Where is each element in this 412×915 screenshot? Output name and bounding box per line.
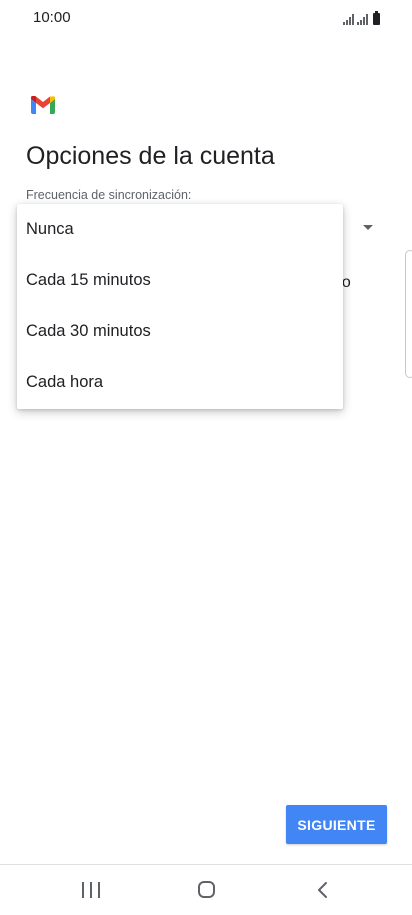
edge-panel-handle[interactable] xyxy=(405,250,412,378)
menu-item-never[interactable]: Nunca xyxy=(17,204,343,255)
dropdown-arrow-icon[interactable] xyxy=(363,225,373,230)
signal-icon xyxy=(357,14,368,25)
menu-item-every-30-minutes[interactable]: Cada 30 minutos xyxy=(17,306,343,357)
sync-frequency-dropdown: Nunca Cada 15 minutos Cada 30 minutos Ca… xyxy=(17,204,343,409)
next-button[interactable]: SIGUIENTE xyxy=(286,805,387,844)
battery-icon xyxy=(373,11,380,25)
status-icons xyxy=(343,11,380,25)
home-icon[interactable] xyxy=(198,881,215,898)
back-icon[interactable] xyxy=(313,880,333,900)
navigation-bar xyxy=(0,865,412,915)
recents-icon[interactable] xyxy=(82,882,100,898)
status-bar: 10:00 xyxy=(0,0,412,36)
menu-item-every-15-minutes[interactable]: Cada 15 minutos xyxy=(17,255,343,306)
menu-item-every-hour[interactable]: Cada hora xyxy=(17,357,343,408)
sync-frequency-label: Frecuencia de sincronización: xyxy=(26,188,192,202)
page-title: Opciones de la cuenta xyxy=(26,142,275,170)
status-time: 10:00 xyxy=(33,9,71,26)
gmail-logo-icon xyxy=(31,96,55,114)
signal-icon xyxy=(343,14,354,25)
